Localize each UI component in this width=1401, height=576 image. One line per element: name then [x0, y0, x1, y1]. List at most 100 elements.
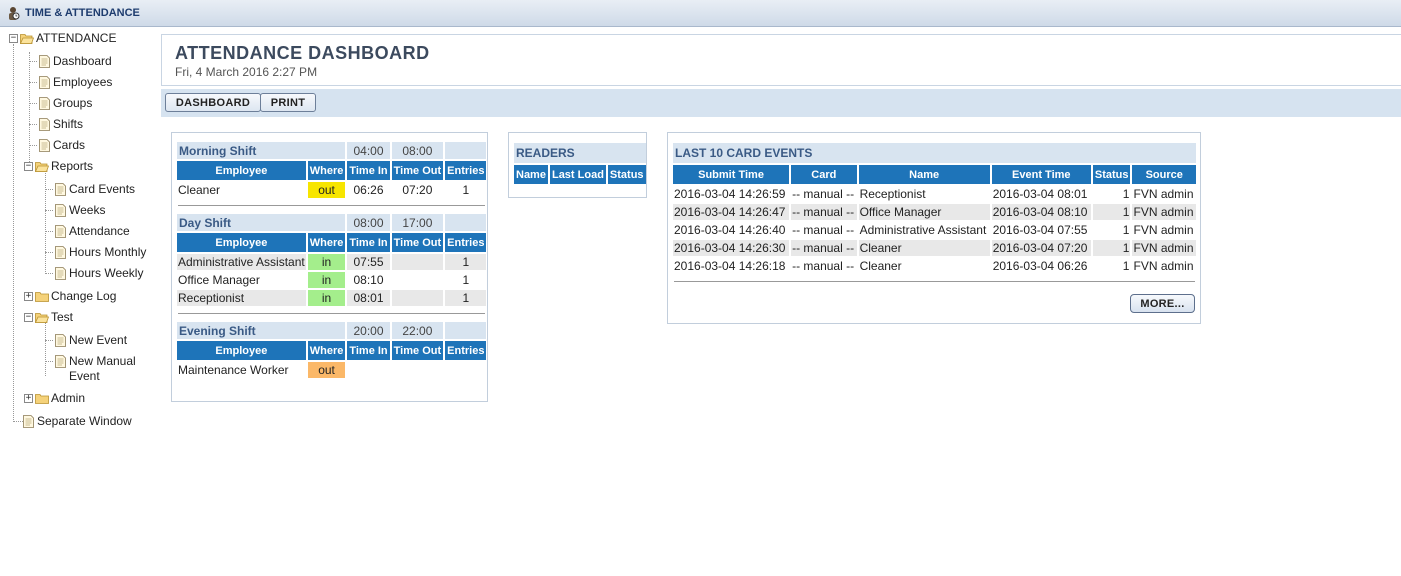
shifts-table: Morning Shift 04:00 08:00 Employee Where… — [175, 140, 488, 380]
table-row: 2016-03-04 14:26:59 -- manual -- Recepti… — [673, 186, 1196, 202]
sidebar-item-label: Hours Weekly — [69, 266, 144, 280]
col-time-in: Time In — [347, 161, 390, 180]
card: -- manual -- — [792, 259, 855, 273]
document-icon — [39, 118, 50, 131]
entries: 1 — [445, 254, 487, 270]
sidebar-item-label: Employees — [53, 75, 113, 89]
sidebar-item-shifts[interactable]: Shifts — [39, 117, 83, 132]
tree-label: ATTENDANCE — [36, 31, 117, 45]
readers-title: READERS — [514, 143, 646, 163]
expand-icon[interactable]: + — [24, 394, 33, 403]
sidebar-item-label: Hours Monthly — [69, 245, 147, 259]
col-time-out: Time Out — [391, 161, 444, 180]
shift-start: 04:00 — [347, 142, 390, 159]
column-header-row: Submit Time Card Name Event Time Status … — [673, 165, 1196, 184]
dashboard-button[interactable]: DASHBOARD — [165, 93, 261, 112]
sidebar-item-dashboard[interactable]: Dashboard — [39, 54, 112, 69]
shift-end: 22:00 — [391, 322, 444, 339]
tree-label: Admin — [51, 391, 86, 405]
shift-header-row: Day Shift 08:00 17:00 — [177, 214, 487, 231]
table-row: Office Manager in 08:10 1 — [177, 272, 486, 288]
sidebar-item-hours-weekly[interactable]: Hours Weekly — [55, 266, 143, 281]
col-name: Name — [514, 165, 548, 184]
sidebar-item-employees[interactable]: Employees — [39, 75, 112, 90]
col-name: Name — [858, 165, 990, 184]
time-in: 06:26 — [353, 183, 384, 197]
col-employee: Employee — [177, 233, 306, 252]
sidebar-item-hours-monthly[interactable]: Hours Monthly — [55, 245, 146, 260]
document-icon — [39, 76, 50, 89]
collapse-icon[interactable]: − — [24, 162, 33, 171]
shift-start: 20:00 — [347, 322, 390, 339]
col-entries: Entries — [445, 161, 487, 180]
status: 1 — [1092, 240, 1131, 256]
sidebar-item-new-event[interactable]: New Event — [55, 333, 127, 348]
where-status: in — [307, 254, 346, 270]
document-icon — [55, 334, 66, 347]
more-button[interactable]: MORE... — [1130, 294, 1195, 313]
submit-time: 2016-03-04 14:26:30 — [673, 240, 790, 256]
sidebar-item-cards[interactable]: Cards — [39, 138, 85, 153]
collapse-icon[interactable]: − — [9, 34, 18, 43]
column-header-row: Employee Where Time In Time Out Entries — [177, 233, 487, 252]
folder-icon — [35, 394, 49, 404]
col-where: Where — [307, 233, 346, 252]
divider — [177, 200, 486, 212]
document-icon — [55, 267, 66, 280]
column-header-row: Employee Where Time In Time Out Entries — [177, 341, 487, 360]
document-icon — [23, 415, 34, 428]
shift-header-row: Morning Shift 04:00 08:00 — [177, 142, 487, 159]
document-icon — [55, 355, 66, 368]
employee-name: Office Manager — [178, 273, 260, 287]
where-status: in — [307, 272, 346, 288]
col-entries: Entries — [445, 233, 487, 252]
document-icon — [39, 139, 50, 152]
where-status: out — [307, 182, 346, 198]
entries: 1 — [462, 273, 470, 287]
col-status: Status — [607, 165, 646, 184]
document-icon — [55, 183, 66, 196]
source: FVN admin — [1133, 259, 1194, 273]
tree-root-attendance[interactable]: − ATTENDANCE — [9, 31, 116, 46]
name: Administrative Assistant — [859, 223, 987, 237]
employee-name: Administrative Assistant — [177, 254, 306, 270]
collapse-icon[interactable]: − — [24, 313, 33, 322]
sidebar-item-separate-window[interactable]: Separate Window — [23, 414, 132, 429]
time-out — [392, 272, 443, 288]
col-employee: Employee — [177, 161, 306, 180]
shift-end: 17:00 — [391, 214, 444, 231]
expand-icon[interactable]: + — [24, 292, 33, 301]
sidebar-item-label: Weeks — [69, 203, 106, 217]
sidebar-item-admin[interactable]: + Admin — [24, 391, 85, 406]
print-button[interactable]: PRINT — [260, 93, 316, 112]
sidebar-item-weeks[interactable]: Weeks — [55, 203, 105, 218]
app-title-bar: TIME & ATTENDANCE — [0, 0, 1401, 27]
time-in — [347, 362, 389, 378]
column-header-row: Employee Where Time In Time Out Entries — [177, 161, 487, 180]
sidebar-item-new-manual-event[interactable]: New Manual Event — [55, 354, 136, 384]
event-time: 2016-03-04 07:55 — [992, 223, 1088, 237]
submit-time: 2016-03-04 14:26:59 — [674, 187, 786, 201]
shift-name: Evening Shift — [177, 322, 346, 339]
table-row: 2016-03-04 14:26:30 -- manual -- Cleaner… — [673, 240, 1196, 256]
panel-title-row: LAST 10 CARD EVENTS — [673, 143, 1196, 163]
col-status: Status — [1092, 165, 1131, 184]
sidebar-item-groups[interactable]: Groups — [39, 96, 92, 111]
time-out — [392, 362, 443, 378]
name: Cleaner — [859, 259, 902, 273]
sidebar-item-change-log[interactable]: + Change Log — [24, 289, 116, 304]
source: FVN admin — [1132, 204, 1196, 220]
table-row: 2016-03-04 14:26:18 -- manual -- Cleaner… — [673, 258, 1196, 274]
divider — [177, 308, 486, 320]
document-icon — [55, 246, 66, 259]
col-time-in: Time In — [347, 341, 390, 360]
sidebar-item-label: Attendance — [69, 224, 130, 238]
card-events-title: LAST 10 CARD EVENTS — [673, 143, 1196, 163]
sidebar-item-reports[interactable]: − Reports — [24, 159, 93, 174]
sidebar-item-card-events[interactable]: Card Events — [55, 182, 135, 197]
sidebar-item-attendance[interactable]: Attendance — [55, 224, 130, 239]
col-employee: Employee — [177, 341, 306, 360]
shift-name: Morning Shift — [177, 142, 346, 159]
sidebar-item-test[interactable]: − Test — [24, 310, 73, 325]
entries — [445, 362, 486, 378]
